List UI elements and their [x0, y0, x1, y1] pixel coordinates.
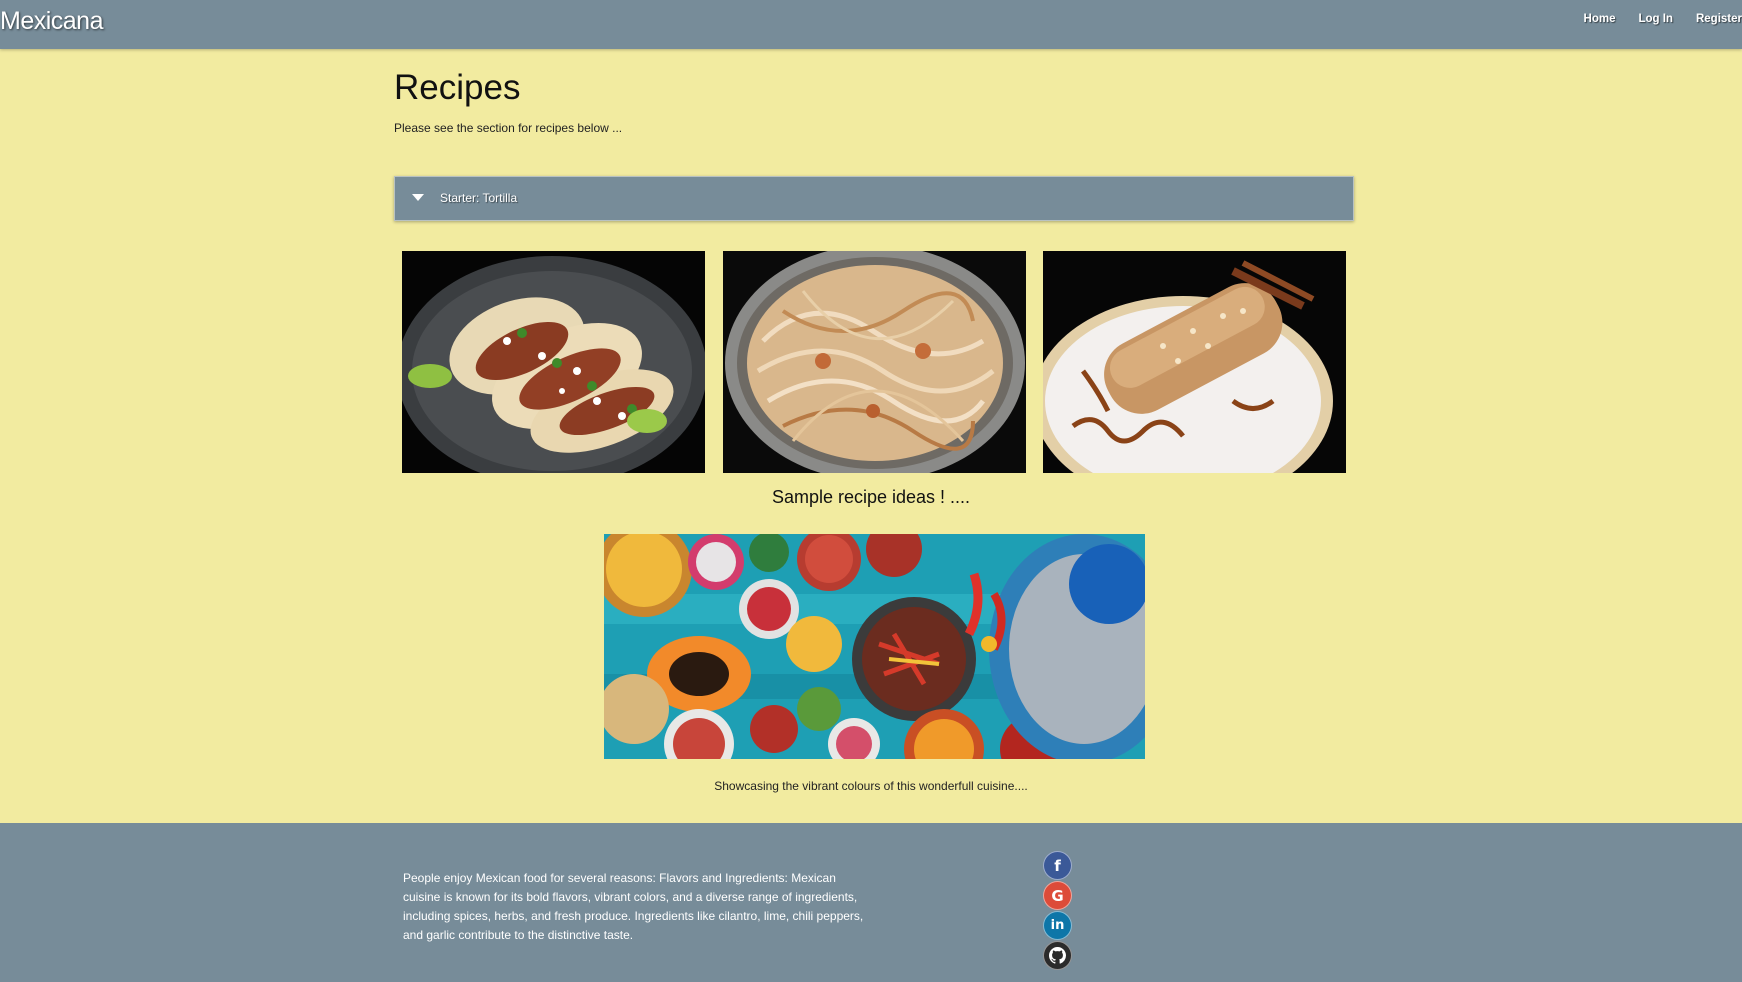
- fideo-noodles-image: [723, 251, 1026, 473]
- tacos-image: [402, 251, 705, 473]
- page-title: Recipes: [394, 68, 521, 107]
- accordion-label: Starter: Tortilla: [440, 191, 518, 205]
- navbar: Mexicana Home Log In Register: [0, 0, 1742, 49]
- github-glyph: [1049, 947, 1066, 964]
- brand-logo[interactable]: Mexicana: [0, 7, 104, 36]
- mexican-food-spread-image: [604, 534, 1145, 759]
- caret-down-icon: [412, 194, 424, 201]
- nav-links: Home Log In Register: [1561, 13, 1742, 25]
- footer-text: People enjoy Mexican food for several re…: [403, 871, 864, 942]
- linkedin-icon[interactable]: in: [1043, 911, 1072, 940]
- accordion-starter-tortilla[interactable]: Starter: Tortilla: [394, 176, 1354, 221]
- hero-caption: Showcasing the vibrant colours of this w…: [714, 779, 1028, 793]
- footer: People enjoy Mexican food for several re…: [0, 823, 1742, 982]
- nav-register-link[interactable]: Register: [1696, 13, 1742, 25]
- google-icon[interactable]: G: [1043, 881, 1072, 910]
- social-links: f G in: [1043, 851, 1072, 971]
- facebook-icon[interactable]: f: [1043, 851, 1072, 880]
- gallery-caption: Sample recipe ideas ! ....: [771, 487, 971, 507]
- nav-login-link[interactable]: Log In: [1638, 13, 1673, 25]
- intro-text: Please see the section for recipes below…: [394, 121, 623, 135]
- dessert-image: [1043, 251, 1346, 473]
- github-icon[interactable]: [1043, 941, 1072, 970]
- nav-home-link[interactable]: Home: [1584, 13, 1616, 25]
